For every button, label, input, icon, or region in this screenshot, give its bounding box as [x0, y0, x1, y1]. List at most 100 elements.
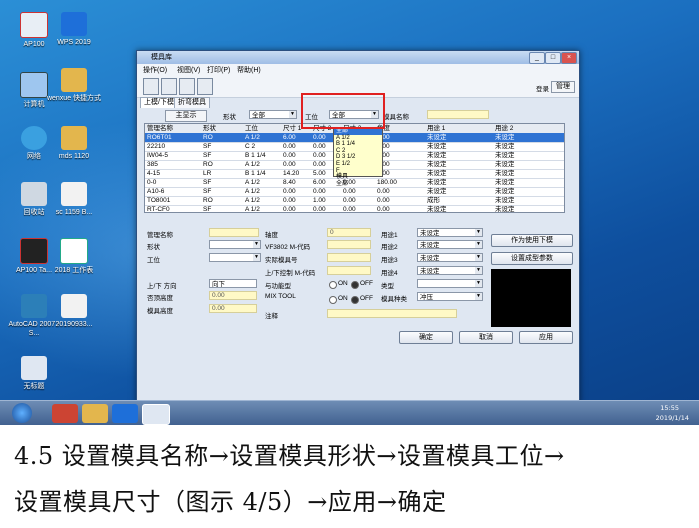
tool-height-input[interactable]: 0.00 [209, 304, 257, 313]
table-cell: 22210 [147, 143, 166, 150]
dropdown-option[interactable]: D 3 1/2 [334, 154, 382, 161]
new-icon[interactable] [143, 78, 159, 95]
window-taskbar-icon[interactable] [142, 404, 170, 425]
start-button[interactable] [12, 403, 32, 423]
strip-height-input[interactable]: 0.00 [209, 291, 257, 300]
direction-select[interactable]: 向下 [209, 279, 257, 288]
print-icon[interactable] [197, 78, 213, 95]
menu-help[interactable]: 帮助(H) [237, 65, 261, 75]
cancel-button[interactable]: 取消 [459, 331, 513, 344]
save-icon[interactable] [161, 78, 177, 95]
detail-right-label: 模具种类 [381, 296, 407, 303]
dropdown-option[interactable]: E 1/2 [334, 161, 382, 168]
axis-input[interactable]: 0 [327, 228, 371, 237]
clock-date[interactable]: 2019/1/14 [656, 414, 689, 422]
table-cell: 0.00 [343, 197, 356, 204]
menu-view[interactable]: 视图(V) [177, 65, 200, 75]
table-cell: A 1/2 [245, 188, 260, 195]
table-cell: RO [203, 134, 213, 141]
desktop-icon-label: mds 1120 [58, 153, 90, 160]
apply-button[interactable]: 应用 [519, 331, 573, 344]
name-filter-input[interactable] [427, 110, 489, 119]
off-radio[interactable] [351, 281, 359, 289]
m-code-input[interactable] [327, 240, 371, 249]
shape-filter-select[interactable]: 全部 ▼ [249, 110, 297, 119]
shape-select[interactable]: ▼ [209, 240, 261, 249]
table-cell: 未设定 [495, 170, 515, 177]
on-radio[interactable] [329, 281, 337, 289]
maximize-button[interactable]: □ [545, 52, 561, 64]
chevron-down-icon: ▼ [475, 241, 482, 248]
use-select-3[interactable]: 未设定 ▼ [417, 253, 483, 262]
table-row[interactable]: RT-CF0 SF A 1/2 0.00 0.00 0.00 0.00 未设定 未设定 [145, 205, 564, 213]
caption-line-2: 设置模具尺寸（图示 4/5）→应用→确定 [14, 488, 447, 516]
main-display-button[interactable]: 主显示 [165, 110, 207, 122]
chevron-down-icon: ▼ [475, 229, 482, 236]
detail-mid-label: VF3802 M-代码 [265, 244, 311, 251]
tab-punch-die[interactable]: 上模/下模 [140, 97, 178, 108]
detail-mid-label: 上/下控制 M-代码 [265, 270, 316, 277]
use-as-die-button[interactable]: 作为使用下模 [491, 234, 573, 247]
dropdown-option[interactable]: C 2 [334, 148, 382, 155]
ap100-taskbar-icon[interactable] [52, 404, 78, 423]
detail-left-label: 模具高度 [147, 308, 173, 315]
document-icon [61, 294, 87, 318]
ok-button[interactable]: 确定 [399, 331, 453, 344]
comment-input[interactable] [327, 309, 457, 318]
use-select-1[interactable]: 未设定 ▼ [417, 228, 483, 237]
clock-time[interactable]: 15:55 [660, 404, 679, 412]
detail-right-label: 用途4 [381, 270, 398, 277]
dropdown-option[interactable]: 全部 [334, 181, 382, 188]
tool-kind-select[interactable]: 冲压 ▼ [417, 292, 483, 301]
tab-bending-tools[interactable]: 折弯模具 [174, 97, 210, 108]
use-select-4[interactable]: 未设定 ▼ [417, 266, 483, 275]
desktop-icon-wps[interactable]: WPS 2019 [46, 12, 102, 47]
table-cell: 0.00 [377, 197, 390, 204]
dropdown-option[interactable]: A 1/2 [334, 135, 382, 142]
actual-tool-no-input[interactable] [327, 253, 371, 262]
name-filter-label: 模具名称 [383, 114, 409, 121]
wps-taskbar-icon[interactable] [112, 404, 138, 423]
mix-on-radio[interactable] [329, 296, 337, 304]
close-button[interactable]: × [561, 52, 577, 64]
station-select[interactable]: ▼ [209, 253, 261, 262]
desktop-icon-untitled[interactable]: 无标题 [6, 356, 62, 391]
spreadsheet-icon [60, 238, 88, 264]
table-cell: 未设定 [427, 143, 447, 150]
right-tab-manage[interactable]: 管理 [551, 81, 575, 93]
desktop-icon-worksheet[interactable]: 2018 工作表 [46, 238, 102, 275]
delete-icon[interactable] [179, 78, 195, 95]
table-cell: SF [203, 206, 212, 213]
right-tab-login[interactable]: 登录 [536, 83, 549, 93]
menu-print[interactable]: 打印(P) [207, 65, 230, 75]
desktop-icon-mds[interactable]: mds 1120 [46, 126, 102, 161]
document-icon [61, 182, 87, 206]
set-forming-params-button[interactable]: 设置成型参数 [491, 252, 573, 265]
use-select-2[interactable]: 未设定 ▼ [417, 240, 483, 249]
chevron-down-icon: ▼ [475, 293, 482, 300]
type-select[interactable]: ▼ [417, 279, 483, 288]
desktop-icon-wenxue[interactable]: wenxue 快捷方式 [46, 68, 102, 103]
explorer-taskbar-icon[interactable] [82, 404, 108, 423]
chevron-down-icon: ▼ [289, 111, 296, 118]
table-cell: 未设定 [427, 161, 447, 168]
autocad-icon [21, 294, 47, 318]
detail-left-label: 工位 [147, 257, 160, 264]
tool-library-window: 模具库 _ □ × 操作(O) 视图(V) 打印(P) 帮助(H) 登录 管理 … [136, 50, 580, 404]
table-cell: 8.40 [283, 179, 296, 186]
table-cell: 未设定 [495, 134, 515, 141]
menu-operate[interactable]: 操作(O) [143, 65, 167, 75]
dropdown-option[interactable]: 模具 [334, 174, 382, 181]
table-cell: C 2 [245, 143, 256, 150]
desktop-icon-sc[interactable]: sc 1159 B... [46, 182, 102, 217]
dropdown-option[interactable]: B 1 1/4 [334, 141, 382, 148]
table-cell: 14.20 [283, 170, 300, 177]
updown-m-code-input[interactable] [327, 266, 371, 275]
desktop-icon-file[interactable]: 20190933... [46, 294, 102, 329]
table-cell: RO [203, 161, 213, 168]
tool-name-input[interactable] [209, 228, 259, 237]
screenshot: AP100 WPS 2019 计算机 wenxue 快捷方式 网络 mds 11… [0, 0, 699, 425]
minimize-button[interactable]: _ [529, 52, 545, 64]
mix-off-radio[interactable] [351, 296, 359, 304]
detail-left-label: 否顶高度 [147, 295, 173, 302]
